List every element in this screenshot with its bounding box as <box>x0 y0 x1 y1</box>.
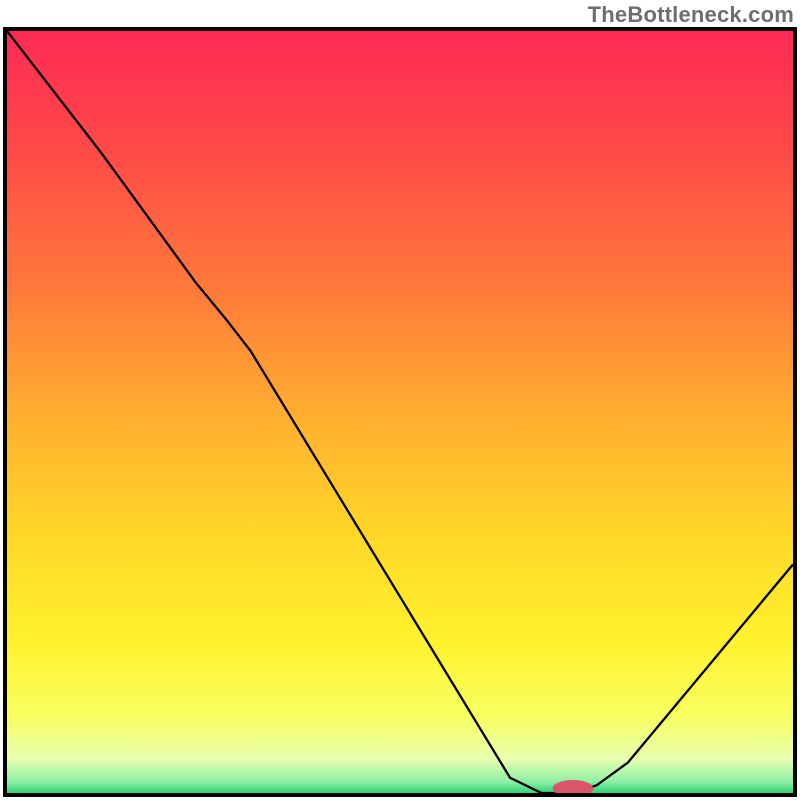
watermark-text: TheBottleneck.com <box>588 2 794 28</box>
bottleneck-chart <box>7 31 793 793</box>
chart-background <box>7 31 793 793</box>
